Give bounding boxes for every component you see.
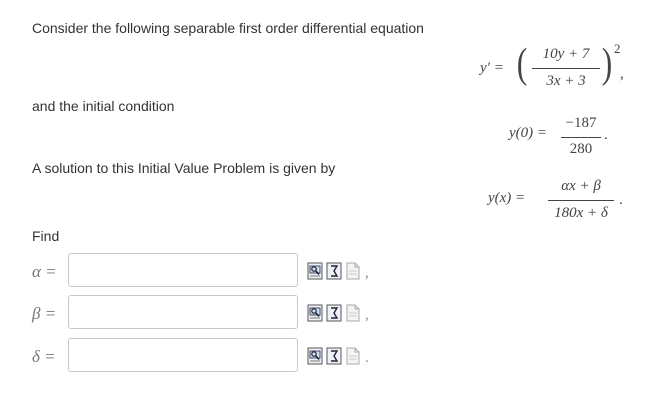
solution-text: A solution to this Initial Value Problem… <box>32 160 336 176</box>
solution-numerator: αx + β <box>561 178 601 194</box>
delta-label: δ = <box>32 347 56 366</box>
beta-input[interactable] <box>68 295 298 329</box>
file-icon[interactable] <box>345 262 361 280</box>
equation-denominator: 3x + 3 <box>546 73 586 89</box>
delta-input[interactable] <box>68 338 298 372</box>
alpha-tools: , <box>307 262 369 281</box>
equation-numerator: 10y + 7 <box>542 46 590 62</box>
alpha-label: α = <box>32 262 57 281</box>
equation-editor-icon[interactable] <box>326 304 342 322</box>
equation-editor-icon[interactable] <box>326 347 342 365</box>
file-icon[interactable] <box>345 347 361 365</box>
delta-tools: . <box>307 347 369 366</box>
delta-trailing: . <box>365 350 369 366</box>
alpha-input[interactable] <box>68 253 298 287</box>
equation-lhs: y′ = <box>480 60 504 76</box>
ic-period: . <box>604 127 608 143</box>
beta-tools: , <box>307 304 369 323</box>
solution-period: . <box>619 192 623 208</box>
find-text: Find <box>32 228 60 244</box>
ic-denominator: 280 <box>569 141 593 157</box>
preview-icon[interactable] <box>307 262 323 280</box>
left-paren: ( <box>516 41 528 87</box>
alpha-trailing: , <box>365 265 369 281</box>
equation-comma: , <box>620 66 624 82</box>
preview-icon[interactable] <box>307 304 323 322</box>
ic-numerator: −187 <box>565 115 597 131</box>
ic-lhs: y(0) = <box>509 125 548 141</box>
initial-condition-text: and the initial condition <box>32 98 175 114</box>
equation-fraction-bar <box>532 68 600 69</box>
equation-editor-icon[interactable] <box>326 262 342 280</box>
file-icon[interactable] <box>345 304 361 322</box>
beta-label: β = <box>32 304 57 323</box>
solution-fraction-bar <box>548 200 614 201</box>
solution-lhs: y(x) = <box>488 190 526 206</box>
ic-fraction-bar <box>561 137 601 138</box>
equation-exponent: 2 <box>614 41 621 56</box>
beta-trailing: , <box>365 307 369 323</box>
right-paren: ) <box>601 41 613 87</box>
intro-text: Consider the following separable first o… <box>32 20 424 36</box>
preview-icon[interactable] <box>307 347 323 365</box>
solution-denominator: 180x + δ <box>554 205 608 221</box>
